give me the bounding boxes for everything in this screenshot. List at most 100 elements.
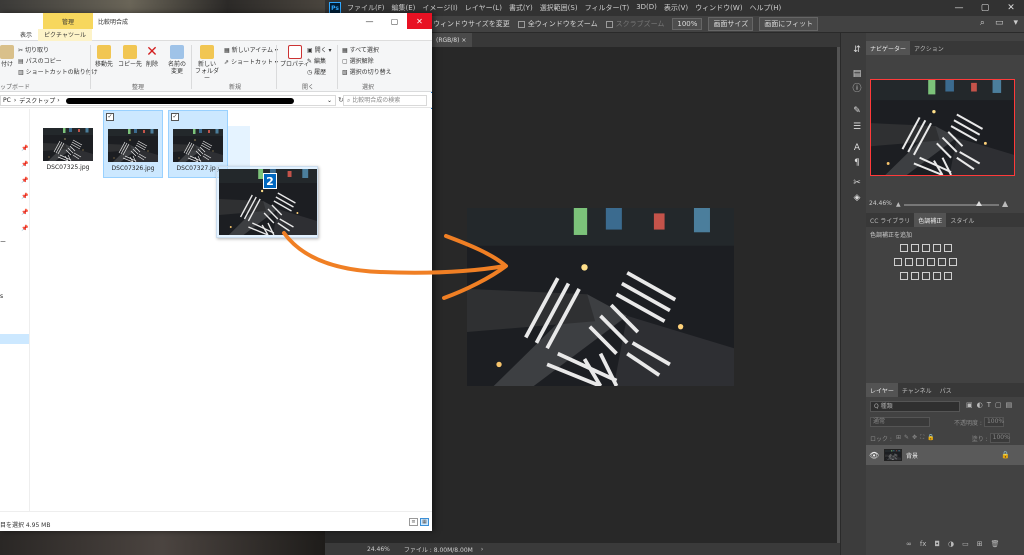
type-filter-icon[interactable]: T [987,401,991,409]
shape-filter-icon[interactable]: ▢ [995,401,1002,409]
new-layer-icon[interactable]: ⊞ [977,540,983,548]
address-desktop[interactable]: デスクトップ [19,96,55,105]
color-lookup-icon[interactable] [949,258,957,266]
rename-button[interactable]: 名前の変更 [166,45,188,75]
checkbox-icon[interactable]: ✓ [106,113,114,121]
info-icon[interactable]: ⓘ [851,84,863,95]
color-balance-icon[interactable] [905,258,913,266]
brush-settings-icon[interactable]: ☰ [851,122,863,133]
details-view-icon[interactable]: ≡ [409,518,418,526]
new-item-button[interactable]: ▦ 新しいアイテム ▾ [224,45,278,54]
pin-icon[interactable]: 📌 [21,177,28,184]
open-button[interactable]: ▣ 開く ▾ [307,45,332,54]
posterize-icon[interactable] [911,272,919,280]
tab-layers[interactable]: レイヤー [866,383,898,397]
navigator-preview[interactable] [870,79,1015,176]
menu-help[interactable]: ヘルプ(H) [750,3,782,13]
tab-styles[interactable]: スタイル [946,213,978,227]
select-all-button[interactable]: ▦ すべて選択 [342,45,379,54]
brightness-icon[interactable] [900,244,908,252]
photo-filter-icon[interactable] [927,258,935,266]
pin-icon[interactable]: 📌 [21,209,28,216]
history-button[interactable]: ◷ 履歴 [307,67,326,76]
tab-cc-libraries[interactable]: CC ライブラリ [866,213,914,227]
checkbox-icon[interactable]: ✓ [171,113,179,121]
tab-paths[interactable]: パス [936,383,956,397]
nav-item-selected[interactable] [0,334,29,344]
chevron-down-icon[interactable]: ▾ [1013,18,1018,28]
address-bar[interactable]: PC › デスクトップ › ⌄ [0,95,336,106]
hue-sat-icon[interactable] [894,258,902,266]
file-item[interactable]: ✓ DSC07326.jpg [103,110,163,178]
maximize-icon[interactable]: ▢ [382,13,407,29]
fit-screen-button[interactable]: 画面サイズ [708,17,754,31]
delete-button[interactable]: ✕ 削除 [145,45,159,68]
menu-file[interactable]: ファイル(F) [347,3,385,13]
navigator-zoom-slider[interactable] [904,201,999,206]
tab-channels[interactable]: チャンネル [898,383,936,397]
paragraph-icon[interactable]: ¶ [851,158,863,169]
brush-icon[interactable]: ✎ [851,106,863,117]
workspace-icon[interactable]: ▭ [995,18,1004,28]
adjust-filter-icon[interactable]: ◐ [977,401,983,409]
navigator-zoom[interactable]: 24.46% [869,200,892,207]
chevron-right-icon[interactable]: › [481,546,483,553]
swatches-icon[interactable]: ◈ [851,193,863,204]
pin-icon[interactable]: 📌 [21,193,28,200]
copy-path-button[interactable]: ▤ パスのコピー [18,56,62,65]
pin-icon[interactable]: 📌 [21,161,28,168]
pin-icon[interactable]: 📌 [21,225,28,232]
minimize-icon[interactable]: — [946,0,972,16]
nav-item-partial[interactable]: ー [0,237,6,246]
menu-image[interactable]: イメージ(I) [422,3,457,13]
gradient-map-icon[interactable] [933,272,941,280]
maximize-icon[interactable]: ▢ [972,0,998,16]
new-folder-button[interactable]: 新しい フォルダー [195,45,219,82]
menu-window[interactable]: ウィンドウ(W) [695,3,742,13]
exposure-icon[interactable] [933,244,941,252]
easy-access-button[interactable]: ⇗ ショートカット ▾ [224,57,278,66]
menu-type[interactable]: 書式(Y) [509,3,533,13]
opacity-field[interactable]: 100% [983,417,1004,427]
resize-windows-checkbox[interactable]: ウィンドウサイズを変更 [433,19,510,29]
pin-icon[interactable]: 📌 [21,145,28,152]
invert-selection-button[interactable]: ▧ 選択の切り替え [342,67,392,76]
adjustment-layer-icon[interactable]: ◑ [948,540,954,548]
close-icon[interactable]: ✕ [998,0,1024,16]
fill-field[interactable]: 100% [989,433,1010,443]
vibrance-icon[interactable] [944,244,952,252]
fx-icon[interactable]: fx [920,540,927,548]
tab-adjustments[interactable]: 色調補正 [914,213,947,227]
levels-icon[interactable] [911,244,919,252]
trash-icon[interactable]: 🗑 [991,540,1000,548]
zoom-100-button[interactable]: 100% [672,18,703,30]
menu-select[interactable]: 選択範囲(S) [540,3,578,13]
paste-shortcut-button[interactable]: ▥ ショートカットの貼り付け [18,67,98,76]
menu-filter[interactable]: フィルター(T) [585,3,630,13]
tab-actions[interactable]: アクション [910,41,948,55]
tools-icon[interactable]: ✂ [851,178,863,189]
tab-view[interactable]: 表示 [14,30,38,39]
invert-icon[interactable] [900,272,908,280]
channel-mixer-icon[interactable] [938,258,946,266]
fill-screen-button[interactable]: 画面にフィット [759,17,819,31]
lock-icon[interactable]: 🔒 [1001,451,1010,459]
zoom-in-icon[interactable]: ▲ [1002,199,1008,208]
slider-knob-icon[interactable] [976,201,982,206]
blend-mode-select[interactable]: 通常 [870,417,930,427]
lock-icons[interactable]: ⊞✎✥⛶🔒 [896,434,938,442]
properties-icon[interactable]: ▤ [851,69,863,80]
paste-button[interactable]: 付け [0,45,14,68]
address-pc[interactable]: PC [3,97,11,104]
select-none-button[interactable]: ▢ 選択解除 [342,56,374,65]
layer-name[interactable]: 背景 [906,451,918,460]
search-input[interactable]: ⌕ 比較明合成の検索 [343,95,427,106]
smart-filter-icon[interactable]: ▤ [1006,401,1013,409]
black-white-icon[interactable] [916,258,924,266]
link-icon[interactable]: ∞ [906,540,912,548]
layer-row-background[interactable]: 👁 背景 🔒 [866,445,1024,465]
chevron-down-icon[interactable]: ⌄ [327,97,332,104]
properties-button[interactable]: プロパティ [280,45,310,68]
large-icons-view-icon[interactable]: ▦ [420,518,429,526]
copy-to-button[interactable]: コピー先 [118,45,142,68]
